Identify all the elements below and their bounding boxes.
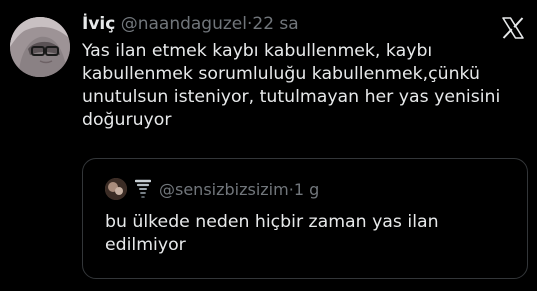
tweet-card[interactable]: İviç @naandaguzel·22 sa Yas ilan etmek k… <box>0 0 537 291</box>
display-name[interactable]: İviç <box>82 14 115 34</box>
avatar-image <box>10 17 70 77</box>
quoted-tweet[interactable]: @sensizbizsizim · 1 g bu ülkede neden hiçb… <box>82 158 528 279</box>
quoted-tweet-text: bu ülkede neden hiçbir zaman yas ilan ed… <box>105 212 439 255</box>
quoted-avatar-image <box>105 178 127 200</box>
tweet-timestamp[interactable]: 22 sa <box>252 14 298 34</box>
x-logo-icon[interactable] <box>501 16 525 40</box>
user-handle[interactable]: @naandaguzel <box>121 14 247 34</box>
tweet-text: Yas ilan etmek kaybı kabullenmek, kaybı … <box>82 41 501 130</box>
quoted-user-handle[interactable]: @sensizbizsizim <box>159 180 289 199</box>
tweet-header: İviç @naandaguzel·22 sa <box>82 14 299 34</box>
tornado-icon <box>135 179 151 198</box>
avatar[interactable] <box>10 17 70 77</box>
quoted-avatar[interactable] <box>105 178 127 200</box>
quoted-tweet-timestamp[interactable]: 1 g <box>294 180 319 199</box>
quoted-tweet-header: @sensizbizsizim · 1 g <box>105 178 319 200</box>
